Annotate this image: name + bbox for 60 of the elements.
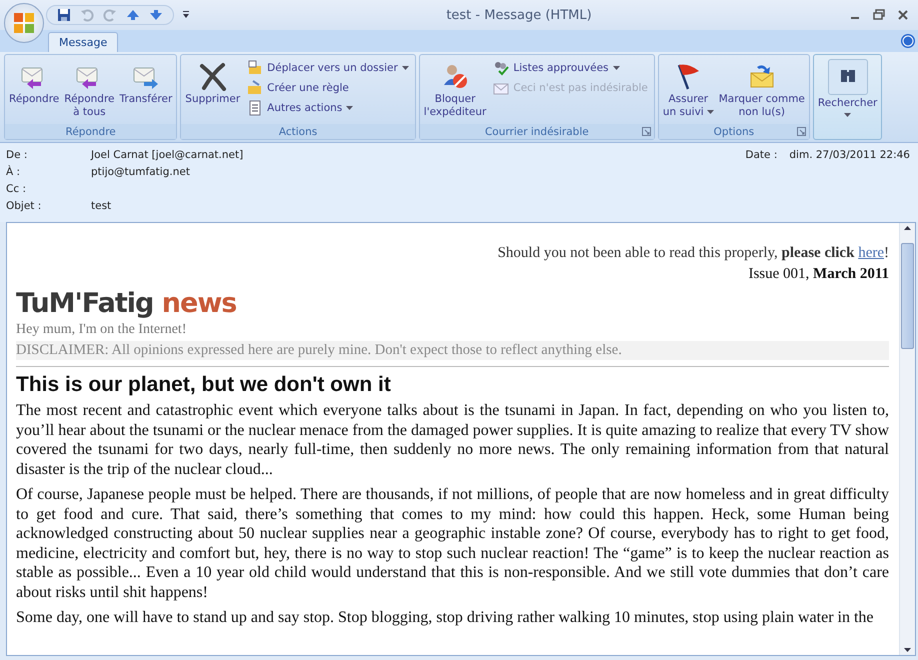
window-title: test - Message (HTML): [445, 8, 593, 22]
header-value: Joel Carnat [joel@carnat.net]: [91, 148, 244, 160]
list-icon: [247, 100, 264, 116]
caret-icon: [844, 113, 852, 117]
ribbon-button[interactable]: Supprimer: [183, 57, 242, 108]
folder-rule-icon: [247, 80, 264, 96]
dialog-launcher-icon[interactable]: [642, 127, 651, 136]
ribbon-button[interactable]: Déplacer vers un dossier: [243, 59, 413, 77]
ribbon-button[interactable]: Assurer un suivi: [660, 57, 716, 121]
header-label: De :: [6, 148, 28, 160]
header-label: Date :: [745, 148, 778, 160]
office-button[interactable]: [4, 3, 44, 43]
group-label: Courrier indésirable: [420, 124, 654, 139]
caret-icon: [612, 66, 620, 70]
down-arrow-icon[interactable]: [149, 8, 163, 22]
newsletter-logo: TuM'Fatig news: [16, 287, 238, 321]
help-icon[interactable]: [900, 33, 916, 49]
article-paragraph: Of course, Japanese people must be helped. There are thousands, if not millions, of people that are now homeless and in great difficulty to get food and cure. That said, there’s something that comes to my mind: how could this happen. Heck, some Human being acknowledged constructing about 50 nuclear supplies near a geographic instable zone? Of course, everybody has to right to get food, medicine, electricity and comfort but, hey, there is no way to stop such nuclear reaction! The “game” is to keep the nuclear reaction as stable as possible... Even a 10 year old child would understand that this is non-responsible. And we still vote dummies that don’t care about risks until shit happens!: [16, 485, 889, 602]
close-icon[interactable]: [896, 9, 910, 21]
folder-move-icon: [247, 60, 264, 76]
caret-icon: [402, 66, 409, 70]
group-label: Options: [658, 124, 809, 139]
issue-text: Issue 001, March 2011: [747, 266, 889, 283]
ribbon-button[interactable]: Bloquer l'expéditeur: [422, 57, 488, 121]
caret-icon: [706, 110, 714, 114]
office-logo-icon: [11, 10, 37, 36]
scrollbar[interactable]: [899, 223, 915, 655]
group-label: Actions: [181, 124, 415, 139]
ribbon-button[interactable]: Répondre: [7, 57, 62, 108]
ribbon-button[interactable]: Transférer: [118, 57, 174, 108]
article-paragraph: The most recent and catastrophic event which everyone talks about is the tsunami in Japan. In fact, depending on who you listen to, you’ll hear about the tsunami or the nuclear menace from the damaged power supplies. It is quite amazing to realize that every TV show covered the tsunami for two days, nearly full-time, then suddenly no more news. The only remaining information from that natural disaster is the trip of the nuclear cloud...: [16, 401, 889, 479]
ribbon-button[interactable]: Listes approuvées: [489, 59, 652, 77]
scroll-thumb[interactable]: [901, 243, 914, 349]
group-label: Répondre: [5, 124, 176, 139]
up-arrow-icon[interactable]: [126, 8, 140, 22]
here-link[interactable]: here: [858, 245, 884, 261]
header-label: À :: [6, 166, 22, 178]
ribbon-tab[interactable]: Message: [48, 32, 118, 52]
ribbon-button[interactable]: Rechercher: [816, 57, 880, 119]
restore-icon[interactable]: [872, 9, 886, 21]
ribbon-button[interactable]: Répondre à tous: [62, 57, 116, 121]
header-label: Cc :: [6, 182, 27, 194]
header-value: dim. 27/03/2011 22:46: [789, 148, 910, 160]
notice-text: Should you not been able to read this properly, please click here!: [496, 245, 889, 262]
cross-icon: [198, 61, 228, 91]
ribbon-button[interactable]: Marquer comme non lu(s): [716, 57, 807, 121]
tagline: Hey mum, I'm on the Internet!: [16, 321, 188, 338]
dialog-launcher-icon[interactable]: [796, 127, 806, 136]
caret-icon: [346, 106, 354, 110]
ribbon-button[interactable]: Créer une règle: [243, 79, 413, 97]
header-value: test: [91, 200, 112, 212]
article-heading: This is our planet, but we don't own it: [16, 373, 392, 397]
header-value: ptijo@tumfatig.net: [91, 166, 190, 178]
article-paragraph: Some day, one will have to stand up and say stop. Stop blogging, stop driving rather walking 10 minutes, stop using plain water in the: [16, 608, 875, 628]
people-check-icon: [493, 60, 510, 76]
ribbon-button[interactable]: Autres actions: [243, 99, 413, 117]
customize-caret-icon[interactable]: [182, 10, 190, 20]
header-label: Objet :: [6, 200, 42, 212]
save-icon[interactable]: [57, 8, 71, 22]
disclaimer-text: DISCLAIMER: All opinions expressed here are purely mine. Don't expect those to reflect anything else.: [16, 341, 889, 360]
